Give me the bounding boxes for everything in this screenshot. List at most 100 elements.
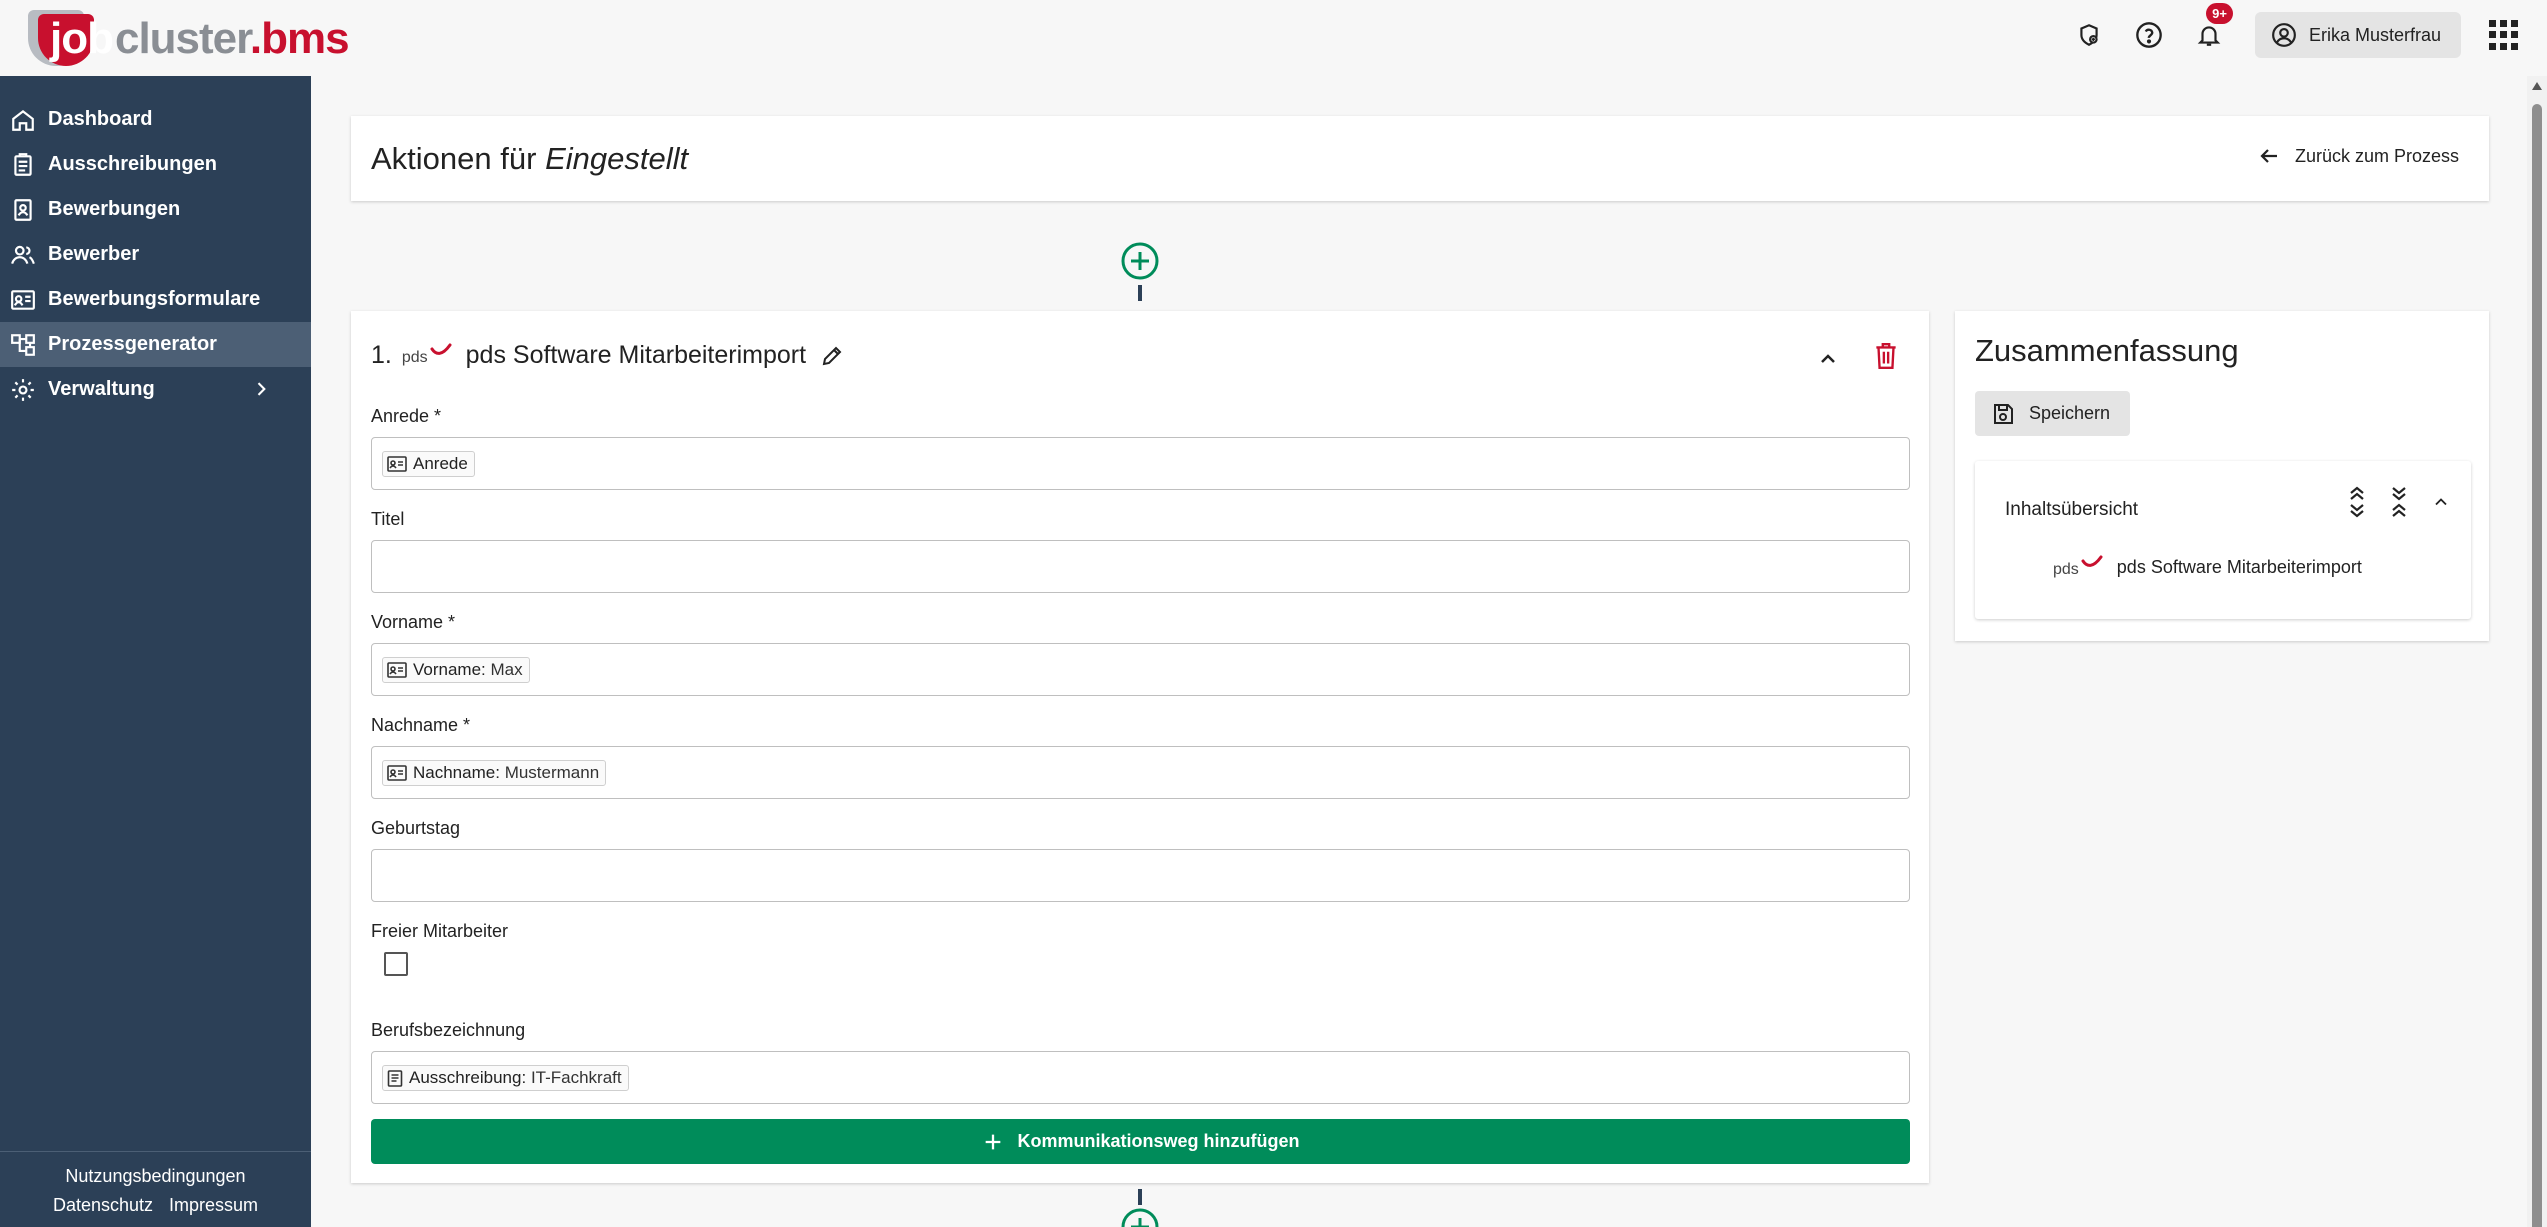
notifications-badge: 9+ (2206, 3, 2233, 24)
sidebar-item-label: Bewerbungen (48, 198, 181, 220)
expand-all-icon[interactable] (2347, 485, 2367, 519)
anrede-label: Anrede * (371, 406, 442, 426)
save-button-label: Speichern (2029, 403, 2111, 423)
privacy-link[interactable]: Datenschutz (53, 1195, 153, 1215)
titel-input[interactable] (371, 540, 1910, 593)
berufsbezeichnung-chip[interactable]: Ausschreibung: IT-Fachkraft (382, 1064, 629, 1091)
sidebar-item-prozessgenerator[interactable]: Prozessgenerator (0, 322, 311, 367)
vorname-chip[interactable]: Vorname: Max (382, 656, 530, 683)
clipboard-icon (14, 152, 32, 176)
apps-grid-icon[interactable] (2489, 20, 2519, 50)
gear-icon (12, 378, 34, 401)
people-icon (11, 245, 35, 264)
action-card: 1. pds pds Software Mitarbeiterimport An… (351, 311, 1929, 1183)
clipboard-icon (387, 1069, 403, 1087)
plus-circle-icon (1121, 242, 1159, 301)
sidebar-item-label: Bewerber (48, 243, 140, 265)
sidebar: Dashboard Ausschreibungen Bewerbungen Be… (0, 76, 311, 1227)
sidebar-item-verwaltung[interactable]: Verwaltung (0, 367, 311, 412)
chevron-up-icon[interactable] (2431, 492, 2451, 512)
document-user-icon (14, 198, 32, 221)
anrede-input[interactable]: Anrede (371, 437, 1910, 490)
titel-label: Titel (371, 509, 405, 529)
plus-circle-icon (1121, 1189, 1159, 1227)
privacy-shield-icon[interactable] (2069, 15, 2109, 55)
content-overview-panel: Inhaltsübersicht pds pds Software Mitarb… (1975, 461, 2471, 619)
top-bar: jobcluster.bms 9+ Erika Musterfrau (0, 0, 2547, 76)
freier-mitarbeiter-checkbox[interactable] (384, 952, 408, 976)
help-icon[interactable] (2129, 15, 2169, 55)
home-icon (12, 109, 34, 131)
process-icon (11, 333, 35, 356)
sidebar-item-label: Prozessgenerator (48, 333, 217, 355)
freier-mitarbeiter-label: Freier Mitarbeiter (371, 921, 509, 941)
jobcluster-logo[interactable]: jobcluster.bms (28, 8, 350, 66)
terms-link[interactable]: Nutzungsbedingungen (65, 1166, 245, 1186)
berufsbezeichnung-label: Berufsbezeichnung (371, 1020, 526, 1040)
action-header: 1. pds pds Software Mitarbeiterimport (371, 341, 844, 370)
pds-logo: pds (402, 343, 452, 367)
sidebar-item-bewerbungsformulare[interactable]: Bewerbungsformulare (0, 277, 311, 322)
chevron-up-icon[interactable] (1816, 347, 1840, 371)
add-action-top[interactable] (1119, 241, 1161, 303)
id-card-icon (387, 455, 407, 472)
geburtstag-field: Geburtstag (371, 818, 1910, 902)
overview-item[interactable]: pds pds Software Mitarbeiterimport (2053, 555, 2362, 579)
action-number: 1. (371, 341, 392, 369)
plus-icon (985, 1134, 1000, 1149)
overview-controls (2325, 485, 2451, 519)
collapse-all-icon[interactable] (2389, 485, 2409, 519)
chevron-right-icon (257, 382, 266, 396)
anrede-field: Anrede * Anrede (371, 406, 1910, 490)
logo-text: jobcluster.bms (50, 14, 350, 63)
sidebar-item-label: Verwaltung (48, 378, 155, 400)
id-card-icon (11, 289, 35, 310)
save-button[interactable]: Speichern (1975, 391, 2131, 436)
vorname-label: Vorname * (371, 612, 456, 632)
imprint-link[interactable]: Impressum (169, 1195, 258, 1215)
berufsbezeichnung-input[interactable]: Ausschreibung: IT-Fachkraft (371, 1051, 1910, 1104)
action-name: pds Software Mitarbeiterimport (465, 341, 807, 369)
sidebar-item-label: Dashboard (48, 108, 153, 130)
notifications-icon[interactable]: 9+ (2189, 3, 2233, 55)
sidebar-item-ausschreibungen[interactable]: Ausschreibungen (0, 142, 311, 187)
page-title: Aktionen für Eingestellt (371, 140, 689, 176)
sidebar-footer: Nutzungsbedingungen Datenschutz Impressum (0, 1151, 311, 1227)
geburtstag-input[interactable] (371, 849, 1910, 902)
add-communication-button[interactable]: Kommunikationsweg hinzufügen (371, 1119, 1910, 1164)
nachname-chip[interactable]: Nachname: Mustermann (382, 759, 607, 786)
summary-title: Zusammenfassung (1975, 333, 2239, 368)
arrow-left-icon (2260, 149, 2277, 163)
id-card-icon (387, 764, 407, 781)
top-right-actions: 9+ Erika Musterfrau (2069, 0, 2547, 70)
add-communication-label: Kommunikationsweg hinzufügen (1017, 1131, 1300, 1151)
edit-pencil-icon[interactable] (820, 344, 844, 368)
anrede-chip[interactable]: Anrede (382, 450, 475, 477)
vorname-input[interactable]: Vorname: Max (371, 643, 1910, 696)
sidebar-item-bewerbungen[interactable]: Bewerbungen (0, 187, 311, 232)
geburtstag-label: Geburtstag (371, 818, 461, 838)
status-name: Eingestellt (545, 140, 689, 176)
overview-title: Inhaltsübersicht (2005, 499, 2139, 520)
berufsbezeichnung-field: Berufsbezeichnung Ausschreibung: IT-Fach… (371, 1020, 1910, 1104)
add-action-bottom[interactable] (1119, 1187, 1161, 1227)
back-to-process-link[interactable]: Zurück zum Prozess (2257, 144, 2459, 168)
sidebar-item-dashboard[interactable]: Dashboard (0, 97, 311, 142)
scrollbar-thumb[interactable] (2532, 104, 2542, 1227)
nachname-field: Nachname * Nachname: Mustermann (371, 715, 1910, 799)
user-menu-button[interactable]: Erika Musterfrau (2254, 12, 2461, 58)
summary-card: Zusammenfassung Speichern Inhaltsübersic… (1955, 311, 2489, 641)
user-name: Erika Musterfrau (2308, 24, 2441, 45)
scroll-up-arrow[interactable] (2532, 82, 2542, 90)
overview-item-label: pds Software Mitarbeiterimport (2116, 557, 2362, 577)
pds-logo: pds (2053, 555, 2103, 579)
vorname-field: Vorname * Vorname: Max (371, 612, 1910, 696)
trash-icon[interactable] (1873, 341, 1899, 371)
sidebar-item-bewerber[interactable]: Bewerber (0, 232, 311, 277)
nachname-input[interactable]: Nachname: Mustermann (371, 746, 1910, 799)
freier-mitarbeiter-field: Freier Mitarbeiter (371, 921, 1910, 976)
titel-field: Titel (371, 509, 1910, 593)
user-circle-icon (2272, 23, 2296, 47)
page-scrollbar[interactable] (2527, 76, 2547, 1227)
sidebar-item-label: Ausschreibungen (48, 153, 217, 175)
